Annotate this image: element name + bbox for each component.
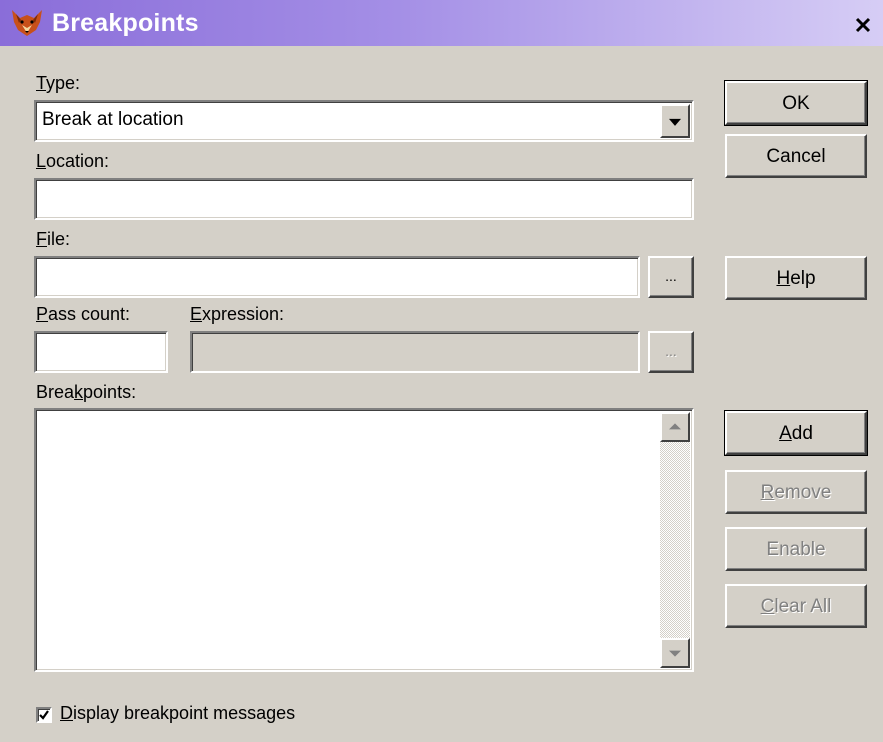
location-input[interactable] (34, 178, 694, 220)
expression-browse-button: ... (648, 331, 694, 373)
file-browse-button[interactable]: ... (648, 256, 694, 298)
expression-input (190, 331, 640, 373)
clear-all-button: Clear All (725, 584, 867, 628)
file-label: File: (36, 229, 71, 249)
remove-button: Remove (725, 470, 867, 514)
breakpoints-dialog: Breakpoints Type: Break at location Loca… (0, 0, 883, 742)
type-combobox[interactable]: Break at location (34, 100, 694, 142)
fox-app-icon (12, 10, 42, 36)
add-button[interactable]: Add (724, 410, 868, 456)
ok-button[interactable]: OK (724, 80, 868, 126)
expression-label: Expression: (190, 304, 285, 324)
file-input[interactable] (34, 256, 640, 298)
close-icon[interactable] (850, 13, 876, 37)
scroll-up-arrow-icon[interactable] (660, 412, 690, 442)
window-title: Breakpoints (52, 9, 199, 37)
type-label: Type: (36, 73, 81, 93)
display-messages-checkbox[interactable] (36, 707, 52, 723)
location-label: Location: (36, 151, 110, 171)
enable-button: Enable (725, 527, 867, 571)
pass-count-input[interactable] (34, 331, 168, 373)
help-button[interactable]: Help (725, 256, 867, 300)
chevron-down-icon[interactable] (660, 104, 690, 138)
type-selected-value: Break at location (42, 109, 184, 130)
checkmark-icon (39, 710, 49, 720)
title-bar: Breakpoints (0, 0, 883, 46)
breakpoints-label: Breakpoints: (36, 382, 137, 402)
cancel-button[interactable]: Cancel (725, 134, 867, 178)
breakpoints-scrollbar[interactable] (660, 412, 690, 668)
pass-count-label: Pass count: (36, 304, 131, 324)
display-messages-label[interactable]: Display breakpoint messages (60, 703, 295, 724)
breakpoints-list[interactable] (34, 408, 694, 672)
scroll-down-arrow-icon[interactable] (660, 638, 690, 668)
